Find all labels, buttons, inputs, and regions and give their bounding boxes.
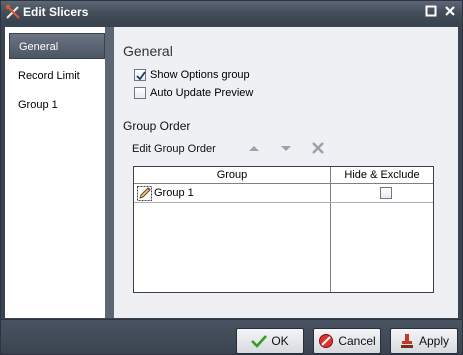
title-bar[interactable]: Edit Slicers	[1, 1, 462, 23]
sidebar-item-record-limit[interactable]: Record Limit	[9, 63, 105, 89]
sidebar-item-label: General	[19, 41, 59, 53]
ok-button[interactable]: OK	[236, 328, 304, 354]
group-order-title: Group Order	[123, 119, 191, 133]
cancel-icon	[319, 334, 334, 348]
apply-label: Apply	[418, 334, 450, 348]
sidebar-item-label: Group 1	[18, 99, 58, 111]
hide-exclude-checkbox[interactable]	[380, 187, 392, 199]
group-order-table: Group Hide & Exclude Group 1	[133, 166, 434, 293]
delete-icon[interactable]	[311, 141, 325, 155]
sidebar-divider	[105, 27, 114, 318]
show-options-group-checkbox[interactable]	[134, 69, 146, 81]
table-row[interactable]: Group 1	[134, 184, 433, 203]
edit-group-order-label: Edit Group Order	[132, 143, 216, 155]
dialog-body: General Record Limit Group 1 General Sho…	[5, 27, 458, 318]
ok-label: OK	[271, 334, 289, 348]
stamp-icon	[400, 334, 413, 348]
maximize-icon[interactable]	[425, 5, 439, 19]
window-title: Edit Slicers	[23, 5, 89, 19]
show-options-group-row[interactable]: Show Options group	[134, 68, 250, 82]
close-icon[interactable]	[444, 5, 458, 19]
sidebar-item-general[interactable]: General	[9, 33, 105, 59]
sidebar-item-label: Record Limit	[18, 70, 80, 82]
slicer-app-icon	[5, 4, 21, 20]
general-panel: General Show Options group Auto Update P…	[114, 27, 458, 318]
edit-slicers-dialog: Edit Slicers General Record Limit Group …	[0, 0, 463, 355]
column-header-hide-exclude[interactable]: Hide & Exclude	[331, 167, 433, 184]
edit-pencil-icon[interactable]	[137, 186, 152, 201]
column-header-group[interactable]: Group	[134, 167, 330, 184]
auto-update-preview-checkbox[interactable]	[134, 87, 146, 99]
move-down-icon[interactable]	[279, 141, 293, 155]
show-options-group-label: Show Options group	[150, 69, 250, 81]
auto-update-preview-label: Auto Update Preview	[150, 87, 254, 99]
group-cell: Group 1	[154, 187, 194, 199]
table-header: Group Hide & Exclude	[134, 167, 433, 184]
apply-button[interactable]: Apply	[390, 328, 458, 354]
move-up-icon[interactable]	[247, 141, 261, 155]
dialog-footer: OK Cancel Apply	[1, 319, 462, 354]
auto-update-preview-row[interactable]: Auto Update Preview	[134, 86, 253, 100]
cancel-button[interactable]: Cancel	[313, 328, 381, 354]
cancel-label: Cancel	[338, 334, 376, 348]
sidebar-item-group-1[interactable]: Group 1	[9, 92, 105, 118]
sidebar: General Record Limit Group 1	[5, 27, 105, 318]
section-title: General	[123, 43, 173, 59]
checkmark-icon	[251, 335, 268, 348]
